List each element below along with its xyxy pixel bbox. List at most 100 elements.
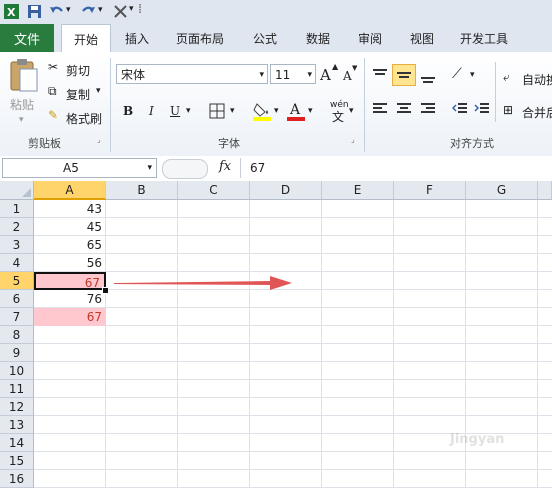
align-top-icon[interactable]: [372, 68, 388, 82]
formula-input[interactable]: 67: [250, 161, 265, 175]
column-header-partial[interactable]: [538, 181, 552, 200]
row-header[interactable]: 1: [0, 200, 34, 218]
increase-indent-icon[interactable]: [474, 102, 490, 116]
row-header[interactable]: 12: [0, 398, 34, 416]
paste-icon[interactable]: [8, 58, 40, 94]
cell-a3[interactable]: 65: [34, 236, 106, 254]
align-center-icon[interactable]: [396, 102, 412, 116]
select-all-button[interactable]: [0, 181, 34, 200]
tab-insert[interactable]: 插入: [115, 24, 159, 52]
row-header[interactable]: 2: [0, 218, 34, 236]
row-header[interactable]: 8: [0, 326, 34, 344]
cell-a4[interactable]: 56: [34, 254, 106, 272]
row-header[interactable]: 7: [0, 308, 34, 326]
cut-button[interactable]: 剪切: [66, 62, 90, 79]
tab-review[interactable]: 审阅: [348, 24, 392, 52]
column-header-b[interactable]: B: [106, 181, 178, 200]
row-header[interactable]: 16: [0, 470, 34, 488]
name-box[interactable]: A5 ▾: [2, 158, 157, 178]
insert-function-button[interactable]: fx: [219, 159, 231, 174]
borders-dropdown-icon[interactable]: ▾: [230, 106, 235, 116]
align-right-icon[interactable]: [420, 102, 436, 116]
align-bottom-icon[interactable]: [420, 70, 436, 84]
wrap-text-button[interactable]: 自动换: [522, 71, 552, 88]
redo-dropdown-icon[interactable]: ▾: [98, 5, 103, 15]
tab-page-layout[interactable]: 页面布局: [168, 24, 232, 52]
tab-file[interactable]: 文件: [0, 24, 54, 52]
save-icon[interactable]: [26, 3, 43, 20]
copy-icon[interactable]: ⧉: [48, 84, 57, 99]
column-header-c[interactable]: C: [178, 181, 250, 200]
tab-data[interactable]: 数据: [296, 24, 340, 52]
orientation-icon[interactable]: ⟋: [452, 66, 462, 82]
column-header-f[interactable]: F: [394, 181, 466, 200]
format-painter-icon[interactable]: ✎: [48, 108, 58, 122]
row-header[interactable]: 10: [0, 362, 34, 380]
row-header-selected[interactable]: 5: [0, 272, 34, 290]
shrink-font-button[interactable]: A: [343, 69, 352, 83]
italic-button[interactable]: I: [149, 104, 154, 118]
tab-home[interactable]: 开始: [61, 24, 111, 53]
font-size-dropdown-icon[interactable]: ▾: [307, 65, 312, 85]
qat-more-icon[interactable]: ⁞: [138, 2, 142, 17]
cell-a2[interactable]: 45: [34, 218, 106, 236]
paste-dropdown-icon[interactable]: ▾: [19, 115, 24, 125]
merge-center-icon[interactable]: ⊞: [503, 103, 513, 117]
row-header[interactable]: 13: [0, 416, 34, 434]
font-size-combo[interactable]: 11 ▾: [270, 64, 316, 84]
font-color-icon[interactable]: A: [286, 100, 306, 122]
fill-color-icon[interactable]: [252, 100, 272, 122]
align-left-icon[interactable]: [372, 102, 388, 116]
clipboard-group-label: 剪贴板: [28, 137, 61, 150]
tab-formulas[interactable]: 公式: [243, 24, 287, 52]
tab-view[interactable]: 视图: [400, 24, 444, 52]
borders-icon[interactable]: [209, 103, 225, 119]
font-name-dropdown-icon[interactable]: ▾: [259, 65, 264, 85]
underline-button[interactable]: U: [170, 104, 180, 118]
undo-dropdown-icon[interactable]: ▾: [66, 5, 71, 15]
row-header[interactable]: 3: [0, 236, 34, 254]
name-box-dropdown-icon[interactable]: ▾: [147, 159, 152, 177]
clipboard-launcher-icon[interactable]: ⌟: [97, 135, 101, 144]
align-middle-button[interactable]: [392, 64, 416, 86]
bold-button[interactable]: B: [123, 104, 133, 118]
row-header[interactable]: 11: [0, 380, 34, 398]
cell-a7[interactable]: 67: [34, 308, 106, 326]
decrease-indent-icon[interactable]: [452, 102, 468, 116]
row-header[interactable]: 9: [0, 344, 34, 362]
row-header[interactable]: 4: [0, 254, 34, 272]
select-all-triangle-icon: [22, 188, 31, 197]
paste-button-label[interactable]: 粘贴: [10, 96, 34, 113]
fill-color-dropdown-icon[interactable]: ▾: [274, 106, 279, 116]
merge-center-button[interactable]: 合并后: [522, 104, 552, 121]
redo-icon[interactable]: [80, 3, 97, 20]
column-header-g[interactable]: G: [466, 181, 538, 200]
cut-icon[interactable]: ✂: [48, 60, 58, 74]
tab-developer[interactable]: 开发工具: [452, 24, 516, 52]
pinyin-dropdown-icon[interactable]: ▾: [349, 106, 354, 116]
row-header[interactable]: 6: [0, 290, 34, 308]
copy-dropdown-icon[interactable]: ▾: [96, 86, 101, 96]
font-name-combo[interactable]: 宋体 ▾: [116, 64, 268, 84]
grow-font-button[interactable]: A: [320, 66, 331, 84]
font-launcher-icon[interactable]: ⌟: [351, 135, 355, 144]
undo-icon[interactable]: [48, 3, 65, 20]
column-header-a[interactable]: A: [34, 181, 106, 200]
cell-a6[interactable]: 76: [34, 290, 106, 308]
customize-icon[interactable]: [112, 3, 129, 20]
wrap-text-icon[interactable]: ⤶: [503, 70, 510, 85]
font-color-dropdown-icon[interactable]: ▾: [308, 106, 313, 116]
qat-dropdown-icon[interactable]: ▾: [129, 4, 134, 14]
cell-a5-selected[interactable]: 67: [34, 272, 106, 290]
row-header[interactable]: 14: [0, 434, 34, 452]
orientation-dropdown-icon[interactable]: ▾: [470, 70, 475, 80]
alignment-group-label: 对齐方式: [450, 137, 494, 150]
copy-button[interactable]: 复制: [66, 86, 90, 103]
column-header-e[interactable]: E: [322, 181, 394, 200]
cell-a1[interactable]: 43: [34, 200, 106, 218]
format-painter-button[interactable]: 格式刷: [66, 110, 102, 127]
column-header-d[interactable]: D: [250, 181, 322, 200]
underline-dropdown-icon[interactable]: ▾: [186, 106, 191, 116]
row-header[interactable]: 15: [0, 452, 34, 470]
formula-bar-splitter[interactable]: [162, 159, 208, 179]
